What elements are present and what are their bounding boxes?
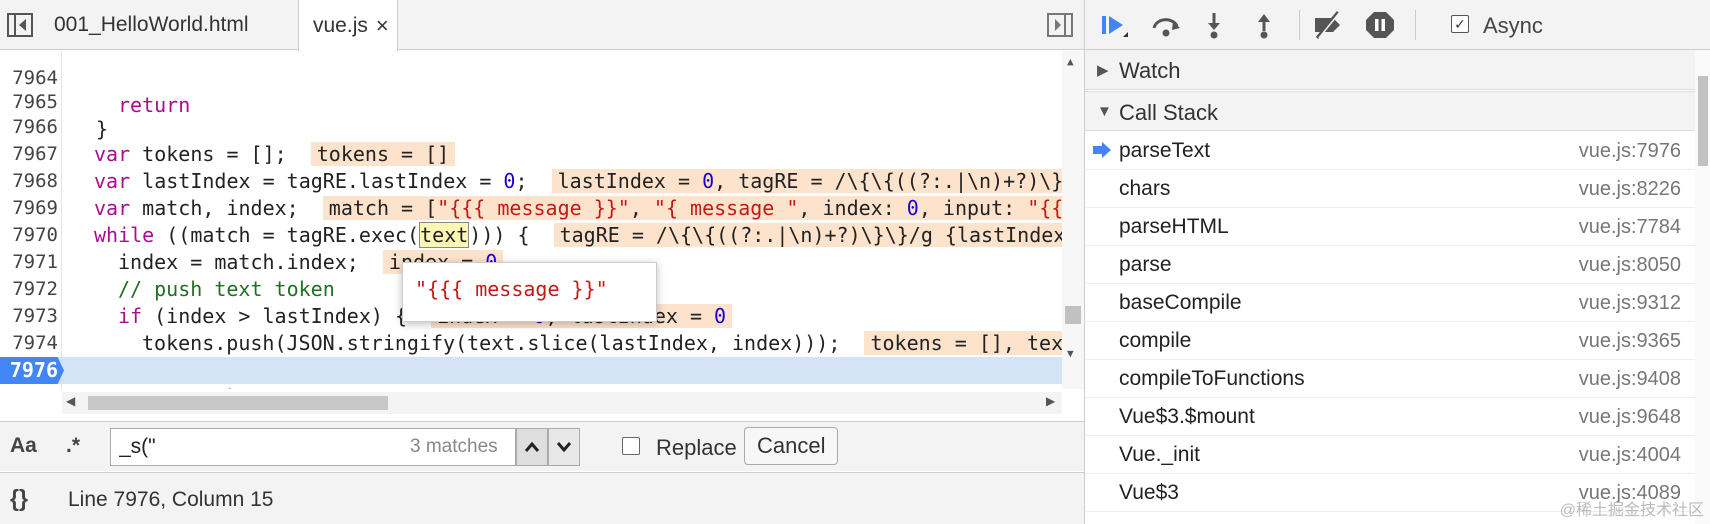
- pane-title: Call Stack: [1119, 100, 1219, 125]
- current-frame-arrow-icon: [1093, 142, 1111, 158]
- frame-name: parseText: [1119, 139, 1211, 162]
- search-bar: Aa .* 3 matches Replace Cancel: [0, 421, 1084, 471]
- frame-location[interactable]: vue.js:8050: [1579, 254, 1681, 277]
- code-line: 7968 var match, index; match = ["{{{ mes…: [0, 141, 1084, 220]
- watermark: @稀土掘金技术社区: [1559, 502, 1704, 519]
- deactivate-breakpoints-icon[interactable]: [1311, 9, 1345, 41]
- regex-button[interactable]: .*: [66, 434, 80, 458]
- frame-name: Vue$3: [1119, 481, 1179, 504]
- frame-name: Vue._init: [1119, 443, 1200, 466]
- step-over-icon[interactable]: [1149, 9, 1183, 41]
- cancel-search-button[interactable]: Cancel: [744, 427, 839, 465]
- debugger-toolbar: ✓ Async: [1085, 0, 1710, 50]
- call-frame[interactable]: compile vue.js:9365: [1085, 322, 1695, 360]
- value-popover: "{{{ message }}": [402, 262, 657, 322]
- scroll-up-icon[interactable]: ▲: [1067, 55, 1074, 68]
- current-execution-line: 7976 var exp = parseFilters(match[1].tri…: [0, 357, 1062, 384]
- debugger-sidebar: ✓ Async ▶ Watch ▼ Call Stack parseText v…: [1084, 0, 1710, 524]
- code-line: 7975 // tag token: [0, 330, 1062, 389]
- chevron-down-icon: [556, 442, 572, 453]
- replace-checkbox[interactable]: [622, 437, 640, 455]
- code-editor[interactable]: 7964 return 7965 } 7966 var tokens = [];…: [0, 51, 1084, 389]
- editor-vertical-scrollbar[interactable]: ▲ ▼: [1062, 51, 1084, 389]
- frame-location[interactable]: vue.js:7784: [1579, 216, 1681, 239]
- async-label: Async: [1483, 13, 1543, 38]
- pane-title: Watch: [1119, 58, 1181, 83]
- frame-name: Vue$3.$mount: [1119, 405, 1255, 428]
- frame-name: compile: [1119, 329, 1192, 352]
- sidebar-scrollbar[interactable]: [1695, 50, 1710, 524]
- match-case-button[interactable]: Aa: [10, 434, 37, 458]
- code-line: 7970 index = match.index; index = 0: [0, 195, 1062, 274]
- chevron-up-icon: [524, 441, 540, 452]
- toolbar-divider: [1299, 10, 1300, 40]
- toggle-debugger-icon[interactable]: [1046, 12, 1074, 38]
- pause-on-exceptions-icon[interactable]: [1363, 9, 1397, 41]
- code-line: 7971 // push text token: [0, 222, 1062, 301]
- next-match-button[interactable]: [548, 428, 580, 466]
- frame-location[interactable]: vue.js:9365: [1579, 330, 1681, 353]
- tab-label: vue.js: [313, 13, 368, 37]
- call-frame[interactable]: parseHTML vue.js:7784: [1085, 208, 1695, 246]
- call-frame[interactable]: compileToFunctions vue.js:9408: [1085, 360, 1695, 398]
- frame-name: parse: [1119, 253, 1172, 276]
- previous-match-button[interactable]: [516, 428, 548, 466]
- cursor-position: Line 7976, Column 15: [68, 488, 274, 511]
- replace-label: Replace: [656, 435, 737, 460]
- scroll-thumb[interactable]: [88, 396, 388, 410]
- frame-location[interactable]: vue.js:9312: [1579, 292, 1681, 315]
- scroll-down-icon[interactable]: ▼: [1067, 347, 1074, 360]
- code-line: 7966 var tokens = []; tokens = []: [0, 87, 1062, 166]
- frame-name: chars: [1119, 177, 1171, 200]
- editor-horizontal-scrollbar[interactable]: ◀ ▶: [62, 392, 1062, 414]
- close-tab-icon[interactable]: ×: [376, 13, 389, 39]
- async-checkbox[interactable]: ✓: [1451, 15, 1469, 33]
- editor-status-bar: {} Line 7976, Column 15: [0, 472, 1084, 524]
- frame-location[interactable]: vue.js:8226: [1579, 178, 1681, 201]
- frame-location[interactable]: vue.js:9648: [1579, 406, 1681, 429]
- match-count: 3 matches: [410, 436, 498, 457]
- call-frame[interactable]: Vue._init vue.js:4004: [1085, 436, 1695, 474]
- call-frame-selected[interactable]: parseText vue.js:7976: [1085, 132, 1695, 170]
- toolbar-divider: [1415, 10, 1416, 40]
- expand-arrow-icon: ▶: [1097, 62, 1109, 79]
- call-frame[interactable]: baseCompile vue.js:9312: [1085, 284, 1695, 322]
- step-into-icon[interactable]: [1197, 9, 1231, 41]
- watch-pane-header[interactable]: ▶ Watch: [1085, 50, 1695, 90]
- tab-hello-world-html[interactable]: 001_HelloWorld.html: [40, 0, 296, 50]
- call-stack-pane-header[interactable]: ▼ Call Stack: [1085, 91, 1695, 131]
- resume-icon[interactable]: [1097, 9, 1131, 41]
- code-line: 7965 }: [0, 62, 1062, 141]
- frame-name: parseHTML: [1119, 215, 1229, 238]
- step-out-icon[interactable]: [1247, 9, 1281, 41]
- frame-name: baseCompile: [1119, 291, 1242, 314]
- frame-name: compileToFunctions: [1119, 367, 1305, 390]
- tab-label: 001_HelloWorld.html: [54, 13, 249, 36]
- code-line: 7977 tokens.push(("_s(" + exp + "))"); t…: [0, 384, 1062, 389]
- scroll-right-icon[interactable]: ▶: [1046, 394, 1055, 408]
- code-line: 7967 var lastIndex = tagRE.lastIndex = 0…: [0, 114, 1084, 193]
- collapse-arrow-icon: ▼: [1097, 103, 1112, 120]
- frame-location[interactable]: vue.js:7976: [1579, 140, 1681, 163]
- execution-line-number: 7976: [0, 357, 64, 384]
- editor-tab-bar: 001_HelloWorld.html vue.js ×: [0, 0, 1084, 51]
- code-line: 7969 while ((match = tagRE.exec(text))) …: [0, 168, 1084, 248]
- call-frame[interactable]: parse vue.js:8050: [1085, 246, 1695, 284]
- call-stack-list: parseText vue.js:7976 chars vue.js:8226 …: [1085, 132, 1695, 524]
- frame-location[interactable]: vue.js:4004: [1579, 444, 1681, 467]
- tab-vue-js[interactable]: vue.js ×: [298, 0, 398, 51]
- frame-location[interactable]: vue.js:9408: [1579, 368, 1681, 391]
- source-panel: 001_HelloWorld.html vue.js × 7964 return…: [0, 0, 1084, 524]
- toggle-navigator-icon[interactable]: [4, 10, 36, 40]
- scroll-thumb[interactable]: [1065, 306, 1081, 324]
- scroll-left-icon[interactable]: ◀: [66, 394, 75, 408]
- call-frame[interactable]: chars vue.js:8226: [1085, 170, 1695, 208]
- pretty-print-button[interactable]: {}: [10, 485, 28, 512]
- call-frame[interactable]: Vue$3.$mount vue.js:9648: [1085, 398, 1695, 436]
- scroll-thumb[interactable]: [1698, 76, 1708, 166]
